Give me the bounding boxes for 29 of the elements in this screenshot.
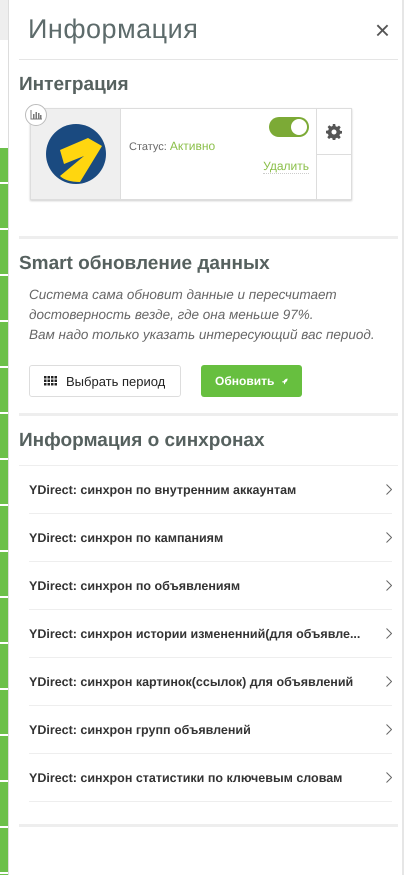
chevron-icon [386, 580, 392, 591]
sync-list-item[interactable]: YDirect: синхрон групп объявлений [29, 706, 392, 754]
chevron-icon [386, 532, 392, 543]
sync-list-item[interactable]: YDirect: синхрон статистики по ключевым словам [29, 754, 392, 802]
bar-chart-icon [30, 110, 42, 120]
close-button[interactable]: × [366, 16, 398, 42]
sync-list-item[interactable]: YDirect: синхрон по кампаниям [29, 514, 392, 562]
chart-button[interactable] [25, 104, 47, 126]
panel-title: Информация [28, 14, 198, 45]
chevron-icon [386, 676, 392, 687]
gear-icon [326, 124, 342, 140]
section-heading: Интеграция [19, 74, 130, 96]
sync-list-item[interactable]: YDirect: синхрон истории измененний(для объявле... [29, 610, 392, 658]
sync-list-item[interactable]: YDirect: синхрон картинок(ссылок) для объявлений [29, 658, 392, 706]
logo-icon [46, 124, 106, 184]
sync-list-item[interactable]: YDirect: синхрон по объявлениям [29, 562, 392, 610]
grid-icon [44, 376, 58, 386]
toggle-switch[interactable] [269, 117, 309, 137]
chevron-icon [386, 724, 392, 735]
sync-list-item[interactable]: YDirect: синхрон по внутренним аккаунтам [29, 466, 392, 514]
status-text: Статус: Активно [129, 139, 216, 153]
chevron-icon [386, 772, 392, 783]
description-text: Система сама обновит данные и пересчитает достоверность везде, где она меньше 97%. Вам надо только указать интересующий вас период. [29, 286, 376, 344]
chevron-icon [386, 484, 392, 495]
section-heading: Информация о синхронах [19, 430, 266, 452]
chevron-icon [386, 628, 392, 639]
settings-button[interactable] [317, 109, 351, 155]
section-heading: Smart обновление данных [19, 253, 271, 275]
select-period-button[interactable]: Выбрать период [29, 365, 181, 397]
